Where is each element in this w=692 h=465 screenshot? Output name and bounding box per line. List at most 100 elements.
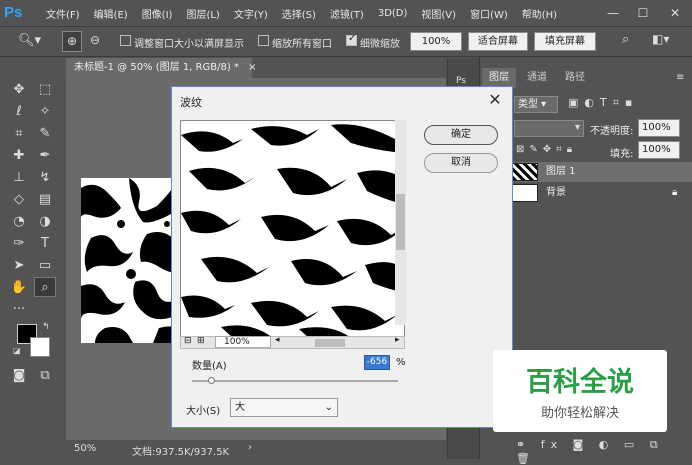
menu-3d[interactable]: 3D(D) <box>378 8 408 19</box>
cancel-button[interactable]: 取消 <box>424 153 498 173</box>
menu-filter[interactable]: 滤镜(T) <box>330 6 364 21</box>
zoom-all-label: 缩放所有窗口 <box>272 39 332 50</box>
crop-tool-icon[interactable]: ⌗ <box>8 124 30 144</box>
preview-zoom-out-icon[interactable]: ⊟ <box>184 336 192 346</box>
layer-row-1[interactable]: 图层 1 <box>510 162 692 182</box>
path-select-icon[interactable]: ➤ <box>8 256 30 276</box>
zoom-tool-preset-icon[interactable]: 🔍︎▾ <box>18 33 46 51</box>
preview-vertical-scrollbar[interactable] <box>395 120 406 325</box>
healing-brush-icon[interactable]: ✚ <box>8 146 30 166</box>
fill-label: 填充: <box>610 149 634 160</box>
document-tab-title: 未标题-1 @ 50% (图层 1, RGB/8) * <box>74 62 239 73</box>
opacity-input[interactable]: 100% <box>638 119 680 137</box>
preview-scroll-right-icon[interactable]: ▸ <box>395 335 400 345</box>
status-doc-info[interactable]: 文档:937.5K/937.5K <box>132 443 229 458</box>
zoom-out-icon[interactable]: ⊖ <box>85 31 105 52</box>
dodge-tool-icon[interactable]: ◑ <box>34 212 56 232</box>
status-zoom[interactable]: 50% <box>74 443 96 454</box>
fit-screen-button[interactable]: 适合屏幕 <box>468 32 528 51</box>
lock-icons[interactable]: ⊠✎✥⌗🔒︎ <box>516 144 577 155</box>
options-bar: 🔍︎▾ ⊕ ⊖ 调整窗口大小以满屏显示 缩放所有窗口 细微缩放 100% 适合屏… <box>0 27 692 57</box>
preview-zoom-in-icon[interactable]: ⊞ <box>197 336 205 346</box>
tab-layers[interactable]: 图层 <box>482 68 516 88</box>
tab-channels[interactable]: 通道 <box>520 68 554 88</box>
resize-windows-label: 调整窗口大小以满屏显示 <box>134 39 244 50</box>
magic-wand-icon[interactable]: ✧ <box>34 102 56 122</box>
size-select[interactable]: 大 ⌄ <box>230 398 338 417</box>
menu-type[interactable]: 文字(Y) <box>234 6 268 21</box>
menu-window[interactable]: 窗口(W) <box>470 6 508 21</box>
layer-kind-filter[interactable]: 类型 ▾ <box>514 96 558 113</box>
resize-windows-checkbox[interactable] <box>120 35 131 46</box>
close-window-button[interactable]: ✕ <box>660 3 690 23</box>
eraser-icon[interactable]: ◇ <box>8 190 30 210</box>
layer-name: 背景 <box>546 187 566 198</box>
size-label: 大小(S) <box>186 406 221 417</box>
search-icon[interactable]: ⌕ <box>622 32 640 50</box>
zoom-all-checkbox[interactable] <box>258 35 269 46</box>
tab-paths[interactable]: 路径 <box>558 68 592 88</box>
preview-horizontal-thumb[interactable] <box>315 339 345 347</box>
history-brush-icon[interactable]: ↯ <box>34 168 56 188</box>
zoom-tool-icon[interactable]: ⌕ <box>34 277 56 297</box>
preview-scroll-left-icon[interactable]: ◂ <box>275 335 280 345</box>
fill-input[interactable]: 100% <box>638 141 680 159</box>
zoom-in-icon[interactable]: ⊕ <box>62 31 82 52</box>
menu-file[interactable]: 文件(F) <box>46 6 80 21</box>
scrubby-zoom-checkbox[interactable] <box>346 33 357 46</box>
layer-thumbnail <box>512 184 538 202</box>
type-tool-icon[interactable]: T <box>34 234 56 254</box>
document-tab[interactable]: 未标题-1 @ 50% (图层 1, RGB/8) * × <box>66 58 256 78</box>
brush-tool-icon[interactable]: ✒ <box>34 146 56 166</box>
lasso-tool-icon[interactable]: ℓ <box>8 102 30 122</box>
collapsed-panel-badge[interactable]: Ps <box>456 76 466 86</box>
panel-menu-icon[interactable]: ≡ <box>676 72 684 83</box>
eyedropper-icon[interactable]: ✎ <box>34 124 56 144</box>
preview-vertical-thumb[interactable] <box>396 194 405 250</box>
workspace-switcher-icon[interactable]: ◧▾ <box>652 32 680 50</box>
menu-view[interactable]: 视图(V) <box>421 6 456 21</box>
screen-mode-icon[interactable]: ⧉ <box>34 366 56 386</box>
amount-input[interactable]: -656 <box>364 355 390 370</box>
maximize-button[interactable]: ☐ <box>628 3 658 23</box>
menu-layer[interactable]: 图层(L) <box>186 6 219 21</box>
filter-preview[interactable] <box>180 120 405 337</box>
dialog-close-icon[interactable]: ✕ <box>484 89 506 111</box>
background-color-swatch[interactable] <box>30 337 50 357</box>
amount-unit: % <box>396 357 406 368</box>
document-tab-close-icon[interactable]: × <box>248 62 256 73</box>
status-arrow-icon[interactable]: › <box>248 442 252 453</box>
menu-edit[interactable]: 编辑(E) <box>94 6 128 21</box>
quick-mask-icon[interactable]: ◙ <box>8 366 30 386</box>
blend-mode-select[interactable]: ▾ <box>514 120 584 137</box>
dialog-title: 波纹 <box>180 96 202 109</box>
blur-tool-icon[interactable]: ◔ <box>8 212 30 232</box>
menu-image[interactable]: 图像(I) <box>142 6 173 21</box>
pen-tool-icon[interactable]: ✑ <box>8 234 30 254</box>
marquee-tool-icon[interactable]: ⬚ <box>34 80 56 100</box>
swap-colors-icon[interactable]: ↰ <box>42 322 50 332</box>
layer-filter-icons[interactable]: ▣◐T⌗▪ <box>568 96 638 110</box>
zoom-100-button[interactable]: 100% <box>410 32 462 51</box>
gradient-tool-icon[interactable]: ▤ <box>34 190 56 210</box>
amount-slider-track[interactable] <box>192 377 398 384</box>
watermark: 百科全说 助你轻松解决 <box>493 350 667 432</box>
more-tools-icon[interactable]: ··· <box>8 300 30 320</box>
ok-button[interactable]: 确定 <box>424 125 498 145</box>
preview-zoom-value[interactable]: 100% <box>215 336 271 348</box>
menu-help[interactable]: 帮助(H) <box>522 6 557 21</box>
shape-tool-icon[interactable]: ▭ <box>34 256 56 276</box>
ripple-dialog: 波纹 ✕ ⊟ ⊞ 100% ◂ ▸ 确定 取消 数量(A) -656 % 大小(… <box>171 86 513 428</box>
minimize-button[interactable]: — <box>598 3 628 23</box>
move-tool-icon[interactable]: ✥ <box>8 80 30 100</box>
chevron-down-icon: ⌄ <box>324 402 333 413</box>
clone-stamp-icon[interactable]: ⊥ <box>8 168 30 188</box>
fill-screen-button[interactable]: 填充屏幕 <box>534 32 596 51</box>
amount-slider-thumb[interactable] <box>207 377 215 384</box>
layer-row-background[interactable]: 背景 🔒︎ <box>510 183 692 203</box>
layer-actions-icons[interactable]: ⚭ fx ◙ ◐ ▭ ⧉ 🗑︎ <box>516 438 692 465</box>
default-colors-icon[interactable]: ◪ <box>13 346 21 355</box>
preview-zoom-bar: ⊟ ⊞ 100% ◂ ▸ <box>180 335 405 349</box>
menu-select[interactable]: 选择(S) <box>282 6 316 21</box>
hand-tool-icon[interactable]: ✋ <box>8 278 30 298</box>
